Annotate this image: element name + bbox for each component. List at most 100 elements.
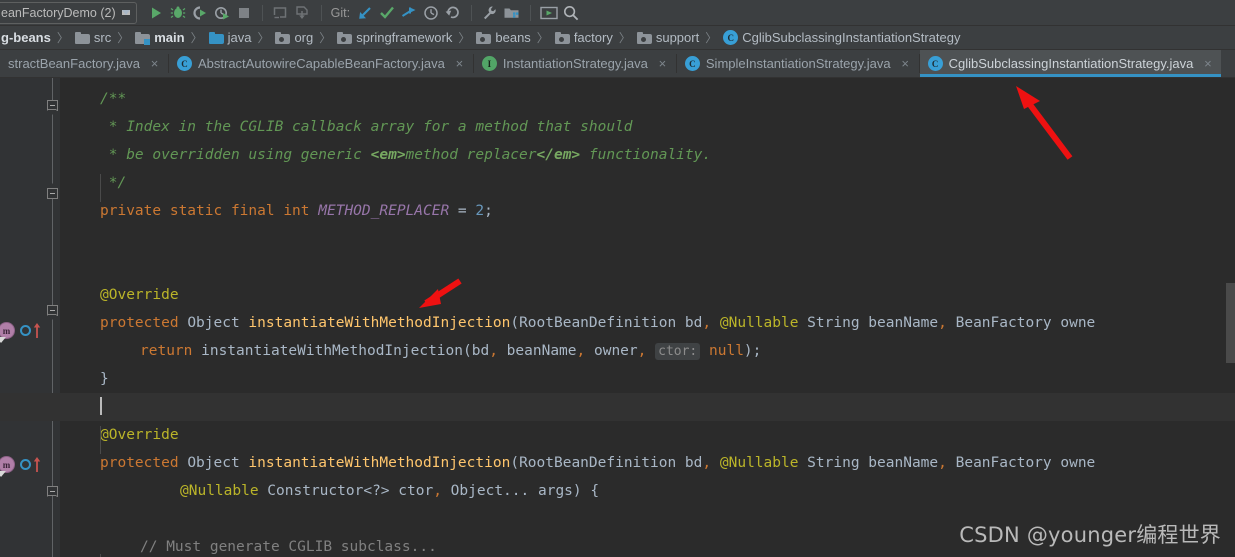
run-with-coverage-icon[interactable]: [189, 2, 211, 24]
code-token: protected: [100, 455, 188, 471]
close-icon[interactable]: ×: [454, 57, 465, 70]
fold-collapse-icon[interactable]: [47, 305, 58, 316]
editor-tab-active[interactable]: C CglibSubclassingInstantiationStrategy.j…: [919, 50, 1222, 77]
override-method-icon[interactable]: [20, 322, 42, 339]
fold-expand-icon[interactable]: [47, 183, 58, 199]
code-token: ,: [938, 455, 947, 471]
code-token: bd: [471, 343, 490, 359]
breadcrumb-item-beans[interactable]: beans: [475, 27, 531, 49]
settings-wrench-icon[interactable]: [479, 2, 501, 24]
code-line[interactable]: protected Object instantiateWithMethodIn…: [60, 449, 1235, 477]
code-token: args: [529, 483, 573, 499]
select-run-target-icon[interactable]: [538, 2, 560, 24]
editor-tab-2[interactable]: I InstantiationStrategy.java ×: [474, 50, 676, 77]
history-icon[interactable]: [420, 2, 442, 24]
editor-tab-3[interactable]: C SimpleInstantiationStrategy.java ×: [677, 50, 919, 77]
code-line[interactable]: @Nullable Constructor<?> ctor, Object...…: [60, 477, 1235, 505]
code-token: instantiateWithMethodInjection: [248, 315, 511, 331]
breadcrumb-item-label: main: [154, 30, 185, 45]
breadcrumb-separator-icon: 〉: [536, 31, 549, 45]
breadcrumb-item-java[interactable]: java: [208, 27, 253, 49]
breadcrumb-separator-icon: 〉: [458, 31, 471, 45]
gutter-marker-group[interactable]: m: [0, 456, 42, 477]
code-line[interactable]: @Override: [60, 421, 1235, 449]
code-token: * Index in the CGLIB callback array for …: [100, 119, 633, 135]
code-token: }: [100, 371, 109, 387]
code-token: protected: [100, 315, 188, 331]
git-push-icon[interactable]: [398, 2, 420, 24]
code-token: @Override: [100, 287, 179, 303]
code-line[interactable]: */: [60, 169, 1235, 197]
code-token: return: [140, 343, 202, 359]
toolbar-divider: [471, 4, 473, 21]
code-line[interactable]: * be overridden using generic <em>method…: [60, 141, 1235, 169]
git-commit-icon[interactable]: [376, 2, 398, 24]
breadcrumb-item-support[interactable]: support: [636, 27, 700, 49]
vertical-scrollbar-thumb[interactable]: [1226, 283, 1235, 363]
code-editor[interactable]: m m /** * Index in the CGLIB callback ar…: [0, 78, 1235, 557]
code-line[interactable]: private static final int METHOD_REPLACER…: [60, 197, 1235, 225]
code-token: </em>: [536, 147, 581, 163]
editor-tab-1[interactable]: C AbstractAutowireCapableBeanFactory.java…: [169, 50, 473, 77]
package-icon: [275, 31, 291, 44]
code-token: owner: [585, 343, 638, 359]
revert-icon[interactable]: [442, 2, 464, 24]
fold-collapse-icon[interactable]: [47, 100, 58, 111]
breadcrumb-item-springframework[interactable]: springframework: [336, 27, 453, 49]
run-icon[interactable]: [145, 2, 167, 24]
code-line[interactable]: * Index in the CGLIB callback array for …: [60, 113, 1235, 141]
code-token: owne: [1051, 315, 1096, 331]
editor-tab-0[interactable]: stractBeanFactory.java ×: [0, 50, 168, 77]
project-structure-icon[interactable]: [501, 2, 523, 24]
close-icon[interactable]: ×: [900, 57, 911, 70]
close-icon[interactable]: ×: [657, 57, 668, 70]
gutter-marker-group[interactable]: m: [0, 322, 42, 343]
breadcrumb-item-org[interactable]: org: [274, 27, 314, 49]
package-icon: [554, 31, 570, 44]
build-icon[interactable]: [270, 2, 292, 24]
toolbar-divider: [320, 4, 322, 21]
code-token: METHOD_REPLACER: [318, 203, 450, 219]
breadcrumb-item-label: support: [655, 30, 700, 45]
code-line[interactable]: [60, 253, 1235, 281]
code-line[interactable]: [60, 225, 1235, 253]
download-icon[interactable]: [292, 2, 314, 24]
code-token: method replacer: [405, 147, 537, 163]
breadcrumb-item-factory[interactable]: factory: [554, 27, 614, 49]
code-token: String: [798, 455, 860, 471]
breadcrumb-item-cglibsubclassinginstantiationstrategy[interactable]: C CglibSubclassingInstantiationStrategy: [722, 27, 961, 49]
code-token: =: [449, 203, 476, 219]
code-text[interactable]: /** * Index in the CGLIB callback array …: [0, 78, 1235, 557]
code-token: String: [798, 315, 860, 331]
breadcrumb-separator-icon: 〉: [117, 31, 130, 45]
code-line[interactable]: return instantiateWithMethodInjection(bd…: [60, 337, 1235, 365]
override-method-icon[interactable]: [20, 456, 42, 473]
close-icon[interactable]: ×: [149, 57, 160, 70]
bookmark-m-icon[interactable]: m: [0, 322, 15, 343]
code-token: ,: [938, 315, 947, 331]
code-line[interactable]: protected Object instantiateWithMethodIn…: [60, 309, 1235, 337]
profile-icon[interactable]: [211, 2, 233, 24]
breadcrumb-item-main[interactable]: main: [134, 27, 185, 49]
bookmark-m-icon[interactable]: m: [0, 456, 15, 477]
close-icon[interactable]: ×: [1202, 57, 1213, 70]
editor-gutter[interactable]: [0, 78, 44, 557]
java-class-icon: C: [927, 56, 943, 71]
code-line[interactable]: /**: [60, 85, 1235, 113]
code-line[interactable]: }: [60, 365, 1235, 393]
code-token: @Nullable: [180, 483, 259, 499]
code-token: null: [709, 343, 744, 359]
editor-tab-label: SimpleInstantiationStrategy.java: [705, 56, 891, 71]
git-pull-icon[interactable]: [354, 2, 376, 24]
breadcrumb-item-src[interactable]: src: [74, 27, 112, 49]
module-folder-icon: [135, 31, 151, 45]
run-configuration-selector[interactable]: eanFactoryDemo (2): [0, 1, 137, 24]
debug-icon[interactable]: [167, 2, 189, 24]
stop-icon[interactable]: [233, 2, 255, 24]
code-line[interactable]: @Override: [60, 281, 1235, 309]
search-icon[interactable]: [560, 2, 582, 24]
code-line[interactable]: [0, 393, 1235, 421]
breadcrumb-item-g-beans[interactable]: g-beans: [0, 27, 52, 49]
